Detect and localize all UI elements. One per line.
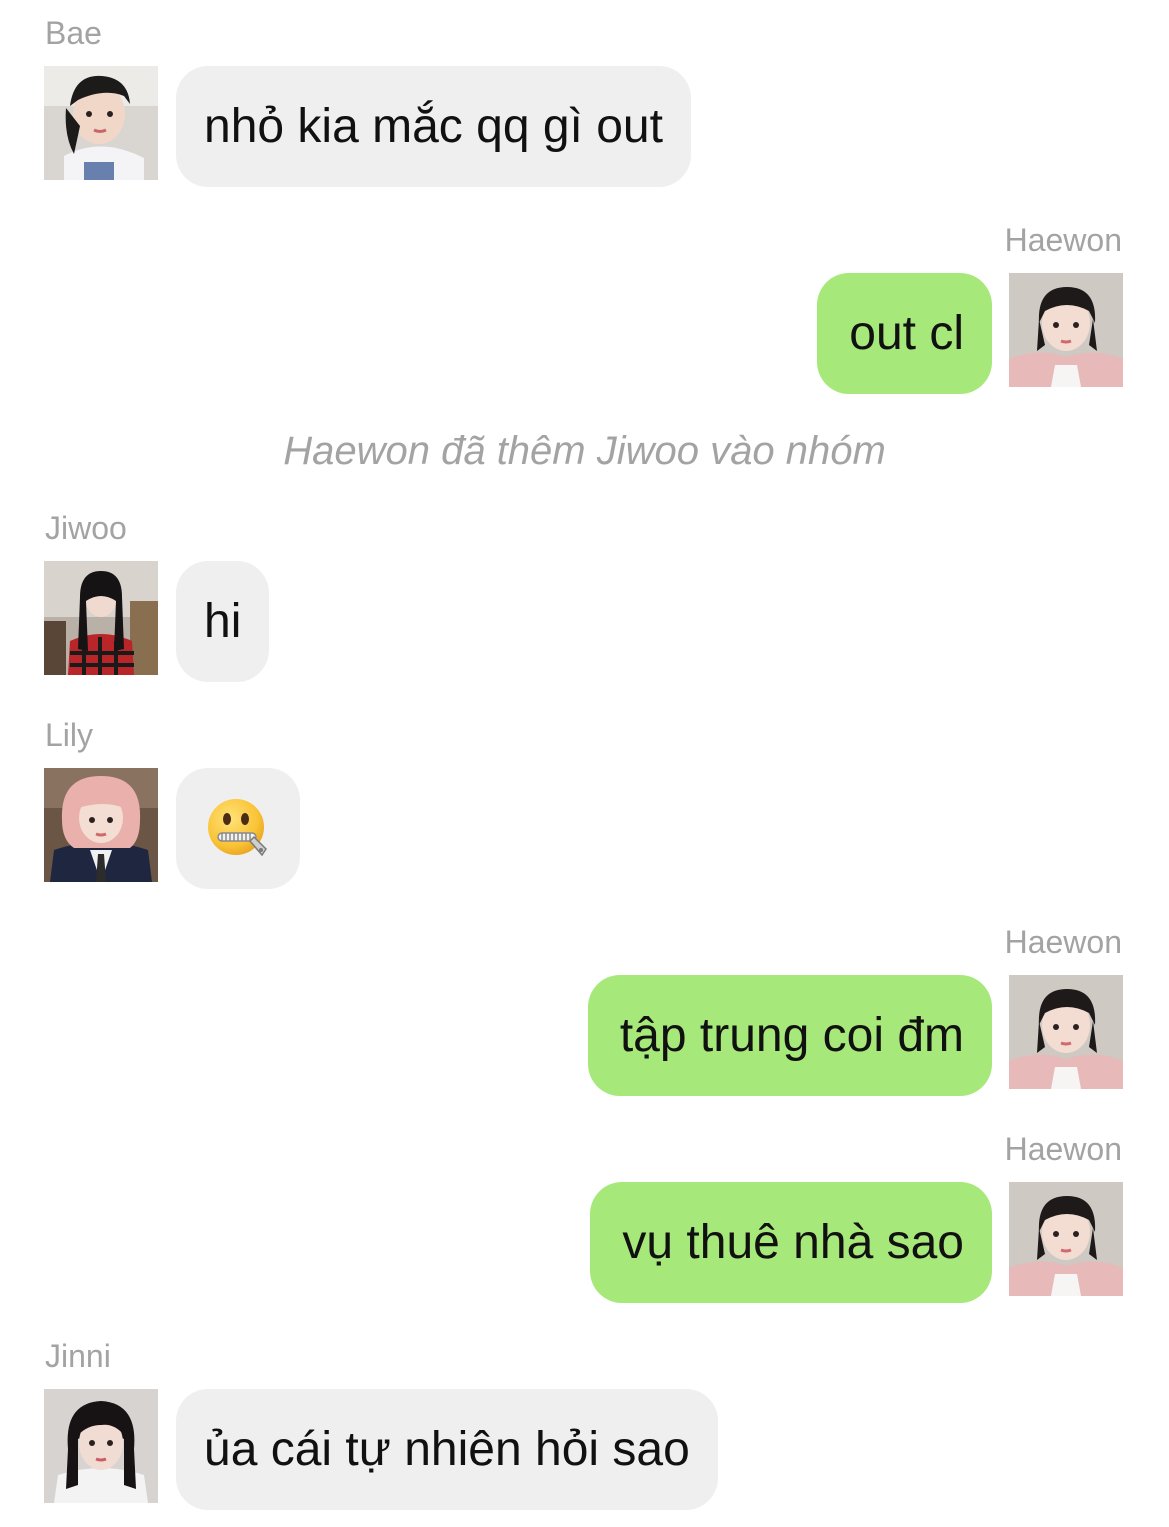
avatar[interactable] (1009, 975, 1123, 1089)
message-bubble[interactable]: out cl (817, 273, 992, 394)
avatar[interactable] (1009, 1182, 1123, 1296)
message-bubble[interactable]: tập trung coi đm (587, 975, 992, 1096)
sender-name: Haewon (1004, 222, 1122, 258)
message-bubble[interactable]: nhỏ kia mắc qq gì out (176, 66, 691, 187)
message-bubble[interactable]: ủa cái tự nhiên hỏi sao (176, 1389, 718, 1510)
chat-thread[interactable]: Bae nhỏ kia mắc qq gì out Haewon out cl … (0, 0, 1169, 1527)
sender-name: Jiwoo (45, 510, 127, 546)
sender-name: Haewon (1004, 1131, 1122, 1167)
sender-name: Bae (45, 15, 102, 51)
system-message: Haewon đã thêm Jiwoo vào nhóm (283, 429, 886, 473)
sender-name: Jinni (45, 1338, 111, 1374)
avatar[interactable] (44, 561, 158, 675)
avatar[interactable] (44, 66, 158, 180)
avatar[interactable] (44, 768, 158, 882)
avatar[interactable] (1009, 273, 1123, 387)
message-bubble[interactable]: hi (176, 561, 270, 682)
sender-name: Haewon (1004, 924, 1122, 960)
avatar[interactable] (44, 1389, 158, 1503)
message-bubble[interactable] (176, 768, 300, 889)
message-bubble[interactable]: vụ thuê nhà sao (590, 1182, 992, 1303)
zipper-mouth-face-icon (206, 797, 270, 861)
sender-name: Lily (45, 717, 94, 753)
